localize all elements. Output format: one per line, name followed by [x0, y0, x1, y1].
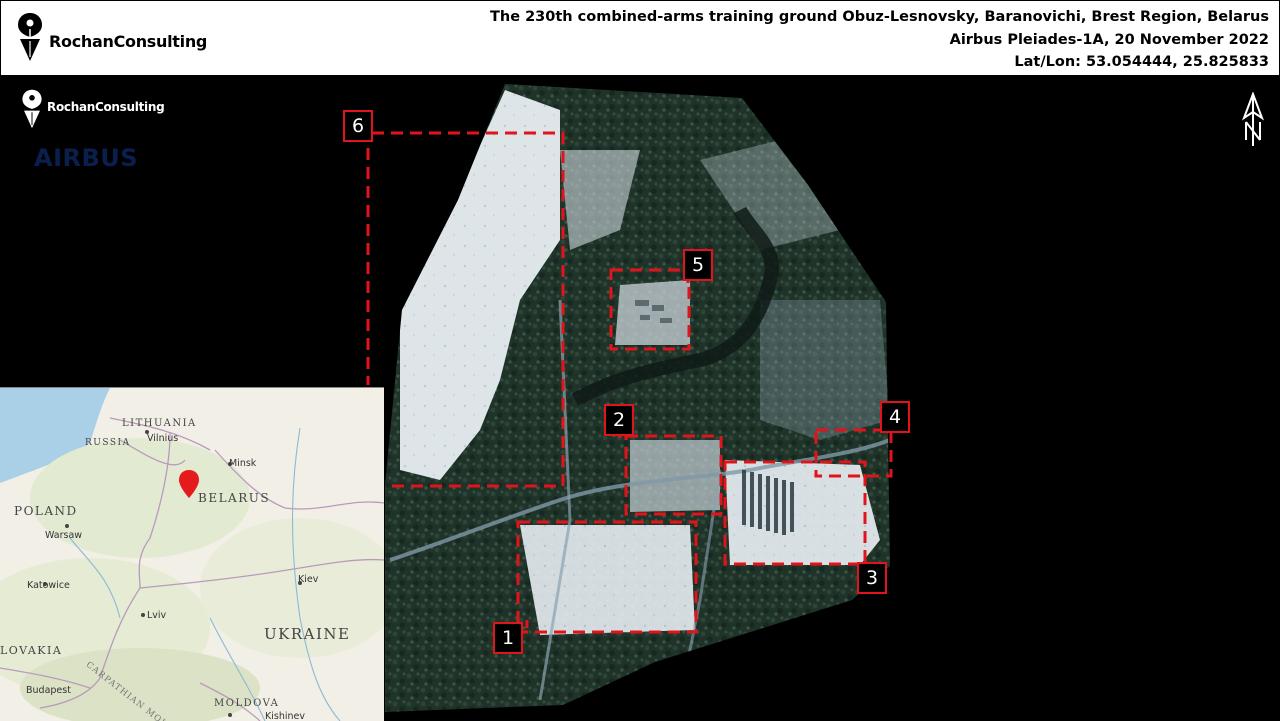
watermark-brand: RochanConsulting — [20, 88, 165, 130]
map-label-russia: RUSSIA — [85, 438, 131, 448]
marker-label-2: 2 — [604, 404, 634, 436]
inset-map-graphics — [0, 388, 384, 721]
inset-locator-map: LITHUANIA RUSSIA BELARUS POLAND UKRAINE … — [0, 387, 384, 721]
rochan-pen-nib-logo-icon — [18, 13, 42, 61]
header-bar: RochanConsulting The 230th combined-arms… — [0, 0, 1280, 76]
map-label-ukraine: UKRAINE — [264, 625, 351, 643]
header-brand: RochanConsulting — [15, 11, 207, 63]
map-label-belarus: BELARUS — [198, 491, 271, 505]
map-label-katowice: Katowice — [27, 580, 70, 591]
airbus-logo: AIRBUS — [34, 144, 139, 172]
map-label-slovakia: LOVAKIA — [0, 644, 63, 657]
map-label-vilnius: Vilnius — [147, 433, 179, 444]
marker-label-3: 3 — [857, 562, 887, 594]
marker-label-4: 4 — [880, 401, 910, 433]
header-coords: Lat/Lon: 53.054444, 25.825833 — [1014, 54, 1269, 70]
map-label-budapest: Budapest — [26, 685, 71, 696]
marker-label-1: 1 — [493, 622, 523, 654]
map-label-warsaw: Warsaw — [45, 530, 83, 541]
north-arrow-icon — [1241, 92, 1265, 146]
map-label-minsk: Minsk — [229, 458, 257, 469]
watermark-brand-name: RochanConsulting — [47, 100, 165, 114]
map-label-lviv: Lviv — [147, 610, 167, 621]
marker-label-5: 5 — [683, 249, 713, 281]
header-brand-name: RochanConsulting — [49, 31, 208, 51]
map-label-lithuania: LITHUANIA — [122, 418, 197, 429]
map-label-poland: POLAND — [14, 504, 78, 518]
map-label-moldova: MOLDOVA — [214, 698, 280, 709]
marker-label-6: 6 — [343, 110, 373, 142]
header-title: The 230th combined-arms training ground … — [490, 9, 1269, 25]
header-source: Airbus Pleiades-1A, 20 November 2022 — [949, 32, 1269, 48]
rochan-pen-nib-logo-icon — [22, 89, 42, 129]
map-label-kiev: Kiev — [298, 574, 319, 585]
